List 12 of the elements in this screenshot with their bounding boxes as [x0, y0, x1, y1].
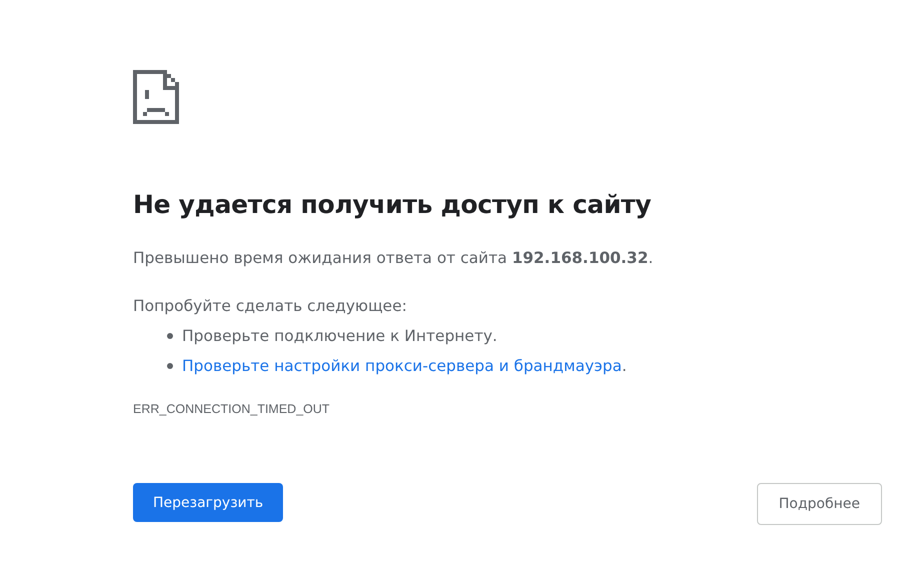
error-heading: Не удается получить доступ к сайту — [133, 189, 652, 221]
suggestions-title: Попробуйте сделать следующее: — [133, 296, 408, 317]
details-button[interactable]: Подробнее — [756, 483, 882, 525]
bullet-icon — [167, 363, 173, 369]
reload-button[interactable]: Перезагрузить — [133, 483, 284, 522]
error-code: ERR_CONNECTION_TIMED_OUT — [133, 402, 331, 416]
suggestion-text: Проверьте подключение к Интернету. — [182, 326, 498, 347]
error-summary: Превышено время ожидания ответа от сайта 192.168.100.32. — [133, 248, 654, 269]
suggestion-text: Проверьте настройки прокси-сервера и брандмауэра. — [182, 356, 627, 377]
bullet-icon — [167, 333, 173, 339]
settings-link[interactable]: Проверьте настройки прокси-сервера и брандмауэра — [182, 357, 622, 375]
sad-page-icon — [133, 70, 179, 124]
